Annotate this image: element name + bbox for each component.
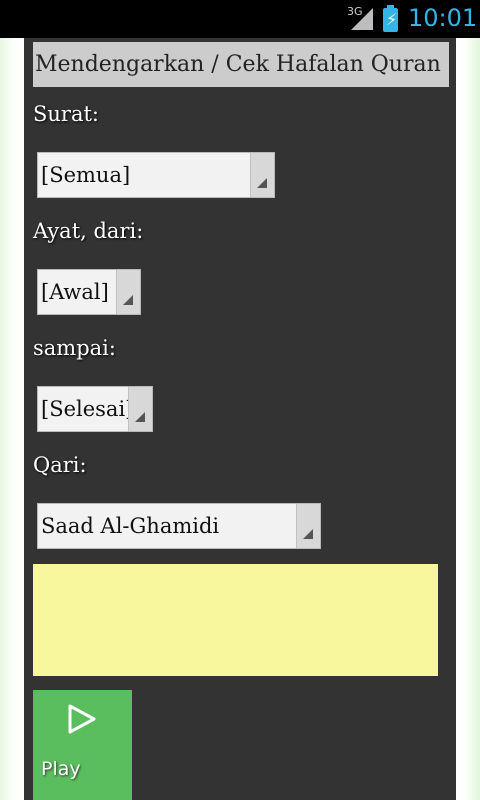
- battery-icon: ⚡: [383, 5, 398, 32]
- ayat-dari-value: [Awal]: [41, 280, 109, 304]
- surat-label: Surat:: [33, 102, 99, 126]
- play-icon: [68, 704, 96, 734]
- page-title: Mendengarkan / Cek Hafalan Quran: [33, 42, 449, 87]
- play-button[interactable]: Play: [33, 690, 132, 800]
- dropdown-arrow-icon: [303, 529, 313, 539]
- ayat-dari-label: Ayat, dari:: [33, 219, 144, 243]
- sampai-label: sampai:: [33, 336, 116, 360]
- surat-value: [Semua]: [41, 163, 131, 187]
- signal-icon: [351, 8, 373, 30]
- qari-label: Qari:: [33, 453, 87, 477]
- clock: 10:01: [408, 4, 478, 32]
- surat-spinner[interactable]: [Semua]: [37, 152, 275, 198]
- qari-value: Saad Al-Ghamidi: [41, 514, 220, 538]
- text-display-area: [33, 564, 438, 676]
- qari-spinner[interactable]: Saad Al-Ghamidi: [37, 503, 321, 549]
- play-button-label: Play: [41, 758, 81, 780]
- ayat-dari-spinner[interactable]: [Awal]: [37, 269, 141, 315]
- dropdown-arrow-icon: [257, 178, 267, 188]
- dropdown-arrow-icon: [123, 295, 133, 305]
- status-bar: 3G ⚡ 10:01: [0, 0, 480, 38]
- sampai-value: [Selesai]: [41, 397, 134, 421]
- sampai-spinner[interactable]: [Selesai]: [37, 386, 153, 432]
- dropdown-arrow-icon: [135, 412, 145, 422]
